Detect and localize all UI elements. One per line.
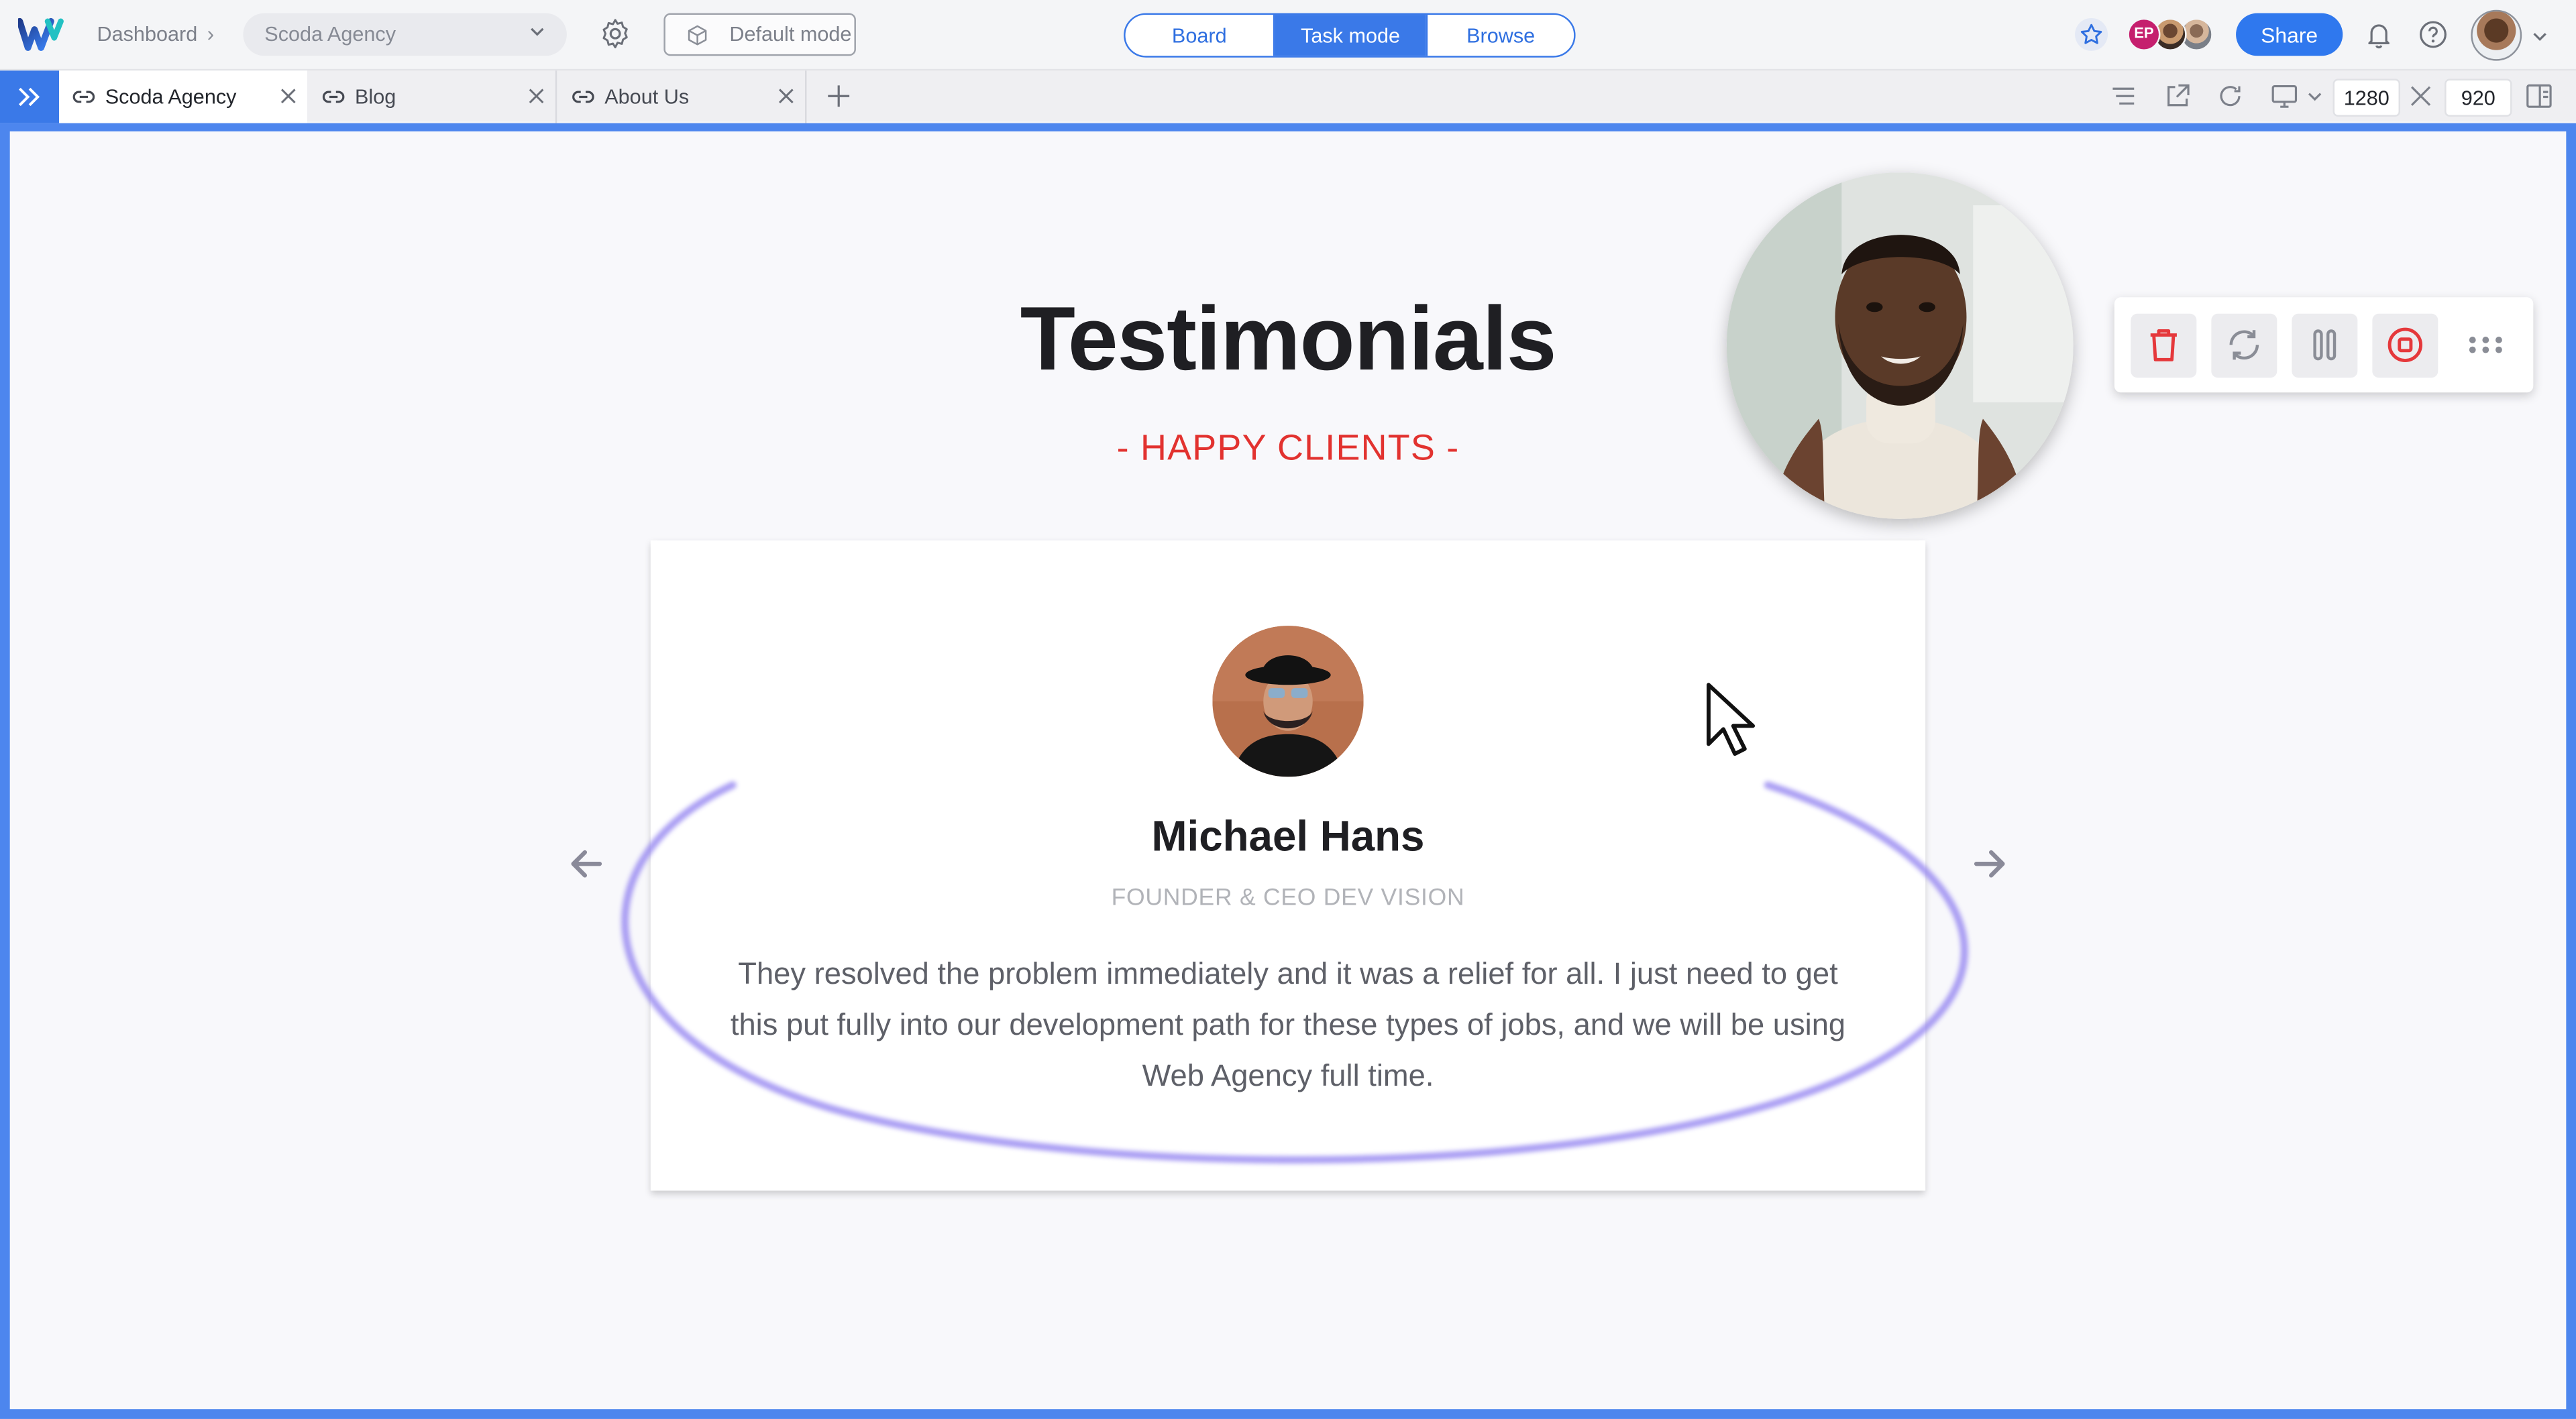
link-icon xyxy=(322,91,345,103)
webcam-video-bubble[interactable] xyxy=(1726,172,2074,519)
arrow-right-icon[interactable] xyxy=(1970,844,2009,884)
mouse-cursor-icon xyxy=(1707,683,1756,756)
help-icon[interactable] xyxy=(2416,18,2449,51)
chevron-down-icon[interactable] xyxy=(2305,80,2324,112)
default-mode-label: Default mode xyxy=(729,23,852,46)
segment-browse[interactable]: Browse xyxy=(1426,15,1574,56)
pause-recording-button[interactable] xyxy=(2292,313,2358,378)
star-icon xyxy=(2080,23,2102,44)
external-link-icon[interactable] xyxy=(2162,80,2194,112)
link-icon xyxy=(572,91,594,103)
project-select-value: Scoda Agency xyxy=(264,23,396,46)
testimonial-quote: They resolved the problem immediately an… xyxy=(730,956,1846,1092)
page-subtitle: - HAPPY CLIENTS - xyxy=(1116,427,1460,468)
tab-bar: Scoda Agency Blog About Us 1280 920 xyxy=(0,68,2576,123)
testimonial-name: Michael Hans xyxy=(1151,811,1425,861)
tab-blog[interactable]: Blog xyxy=(309,70,557,123)
more-options-button[interactable] xyxy=(2453,314,2518,378)
tab-label: About Us xyxy=(604,85,690,109)
tab-label: Blog xyxy=(354,85,396,109)
plus-icon[interactable] xyxy=(826,84,851,109)
bell-icon[interactable] xyxy=(2363,18,2396,51)
share-button[interactable]: Share xyxy=(2236,13,2343,56)
trash-icon xyxy=(2150,329,2177,361)
pause-icon xyxy=(2313,329,2337,361)
refresh-icon[interactable] xyxy=(2214,80,2246,112)
tab-about-us[interactable]: About Us xyxy=(559,70,807,123)
testimonial-role: FOUNDER & CEO DEV VISION xyxy=(1111,885,1465,912)
cube-icon xyxy=(688,25,707,46)
more-icon xyxy=(2469,337,2502,353)
favorite-button[interactable] xyxy=(2075,17,2108,51)
breadcrumb-dashboard[interactable]: Dashboard xyxy=(97,23,197,46)
arrow-left-icon[interactable] xyxy=(567,844,606,884)
mode-segmented-control: Board Task mode Browse xyxy=(1124,13,1576,58)
list-icon[interactable] xyxy=(2108,80,2139,112)
stop-icon xyxy=(2387,327,2423,363)
project-select[interactable]: Scoda Agency xyxy=(243,13,567,56)
chevron-down-icon[interactable] xyxy=(2532,28,2548,44)
stop-recording-button[interactable] xyxy=(2372,313,2438,378)
delete-recording-button[interactable] xyxy=(2131,313,2197,378)
close-icon xyxy=(2411,86,2431,106)
testimonial-avatar xyxy=(1212,626,1364,777)
user-avatar[interactable] xyxy=(2471,9,2522,61)
close-icon[interactable] xyxy=(777,87,795,105)
restart-recording-button[interactable] xyxy=(2211,313,2277,378)
monitor-icon[interactable] xyxy=(2269,80,2300,112)
settings-gear-icon[interactable] xyxy=(598,16,632,50)
tab-label: Scoda Agency xyxy=(105,85,237,109)
close-icon[interactable] xyxy=(527,87,545,105)
close-icon[interactable] xyxy=(279,87,297,105)
split-view-icon[interactable] xyxy=(2524,80,2555,112)
testimonial-card: Michael Hans FOUNDER & CEO DEV VISION Th… xyxy=(650,540,1926,1191)
collaborator-avatar-initials[interactable]: EP xyxy=(2127,17,2161,51)
link-icon xyxy=(72,91,95,103)
double-chevron-right-icon xyxy=(19,87,40,107)
webflow-logo-icon[interactable] xyxy=(17,15,64,54)
viewport-width-input[interactable]: 1280 xyxy=(2332,78,2400,117)
default-mode-button[interactable]: Default mode xyxy=(663,13,856,56)
top-bar: Dashboard › Scoda Agency Default mode Bo… xyxy=(0,0,2576,69)
preview-canvas: Testimonials - HAPPY CLIENTS - Michael H… xyxy=(9,131,2567,1410)
recording-toolbar xyxy=(2114,297,2534,393)
tab-scoda-agency[interactable]: Scoda Agency xyxy=(59,70,307,123)
restart-icon xyxy=(2229,330,2259,360)
chevron-down-icon xyxy=(531,27,544,36)
viewport-height-input[interactable]: 920 xyxy=(2445,78,2512,117)
expand-sidebar-button[interactable] xyxy=(0,70,60,123)
segment-task-mode[interactable]: Task mode xyxy=(1275,15,1426,56)
segment-board[interactable]: Board xyxy=(1126,15,1275,56)
preview-frame: Testimonials - HAPPY CLIENTS - Michael H… xyxy=(0,123,2576,1419)
breadcrumb-separator-icon: › xyxy=(207,21,215,46)
